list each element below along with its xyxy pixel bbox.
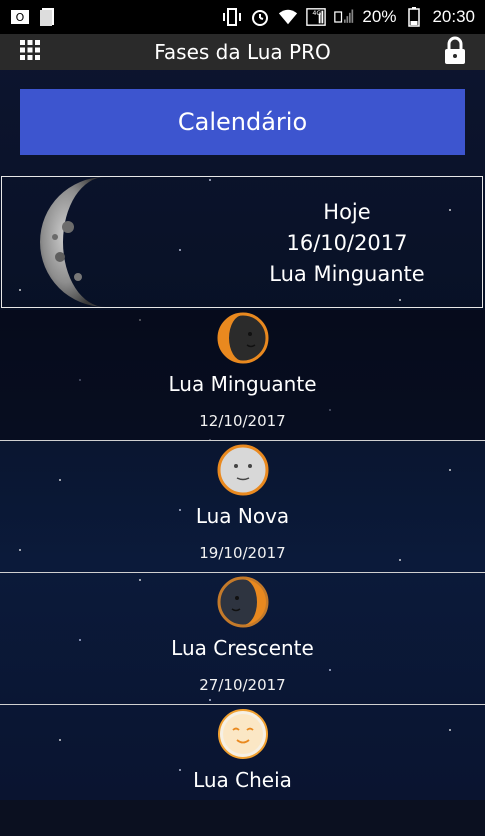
list-item[interactable]: Lua Cheia bbox=[0, 706, 485, 836]
list-item[interactable]: Lua Minguante 12/10/2017 bbox=[0, 310, 485, 441]
network-4g-icon: 4G bbox=[306, 7, 327, 27]
new-moon-icon bbox=[217, 444, 269, 496]
today-phase: Lua Minguante bbox=[269, 262, 425, 286]
app-title: Fases da Lua PRO bbox=[154, 40, 331, 64]
outlook-icon: O bbox=[10, 7, 30, 27]
battery-percent: 20% bbox=[362, 7, 397, 26]
list-item[interactable]: Lua Crescente 27/10/2017 bbox=[0, 574, 485, 705]
phase-date: 27/10/2017 bbox=[199, 676, 286, 694]
waning-moon-photo-icon bbox=[40, 177, 105, 307]
vibrate-icon bbox=[222, 7, 242, 27]
phase-name: Lua Cheia bbox=[193, 768, 292, 792]
list-item[interactable]: Lua Nova 19/10/2017 bbox=[0, 442, 485, 573]
phase-date: 19/10/2017 bbox=[199, 544, 286, 562]
waxing-moon-icon bbox=[217, 576, 269, 628]
today-info: Hoje 16/10/2017 Lua Minguante bbox=[252, 197, 442, 290]
document-icon bbox=[38, 7, 58, 27]
waning-moon-icon bbox=[217, 312, 269, 364]
lock-icon[interactable] bbox=[443, 36, 467, 70]
phase-name: Lua Nova bbox=[195, 504, 290, 528]
sim-signal-icon bbox=[334, 7, 354, 27]
grid-menu-icon[interactable] bbox=[18, 38, 42, 66]
battery-icon bbox=[404, 7, 424, 27]
today-date: 16/10/2017 bbox=[286, 231, 408, 255]
status-left: O bbox=[10, 7, 58, 27]
phase-name: Lua Crescente bbox=[171, 636, 314, 660]
calendar-button[interactable]: Calendário bbox=[20, 89, 465, 155]
alarm-icon bbox=[250, 7, 270, 27]
status-right: 4G 20% 20:30 bbox=[222, 7, 475, 27]
status-bar: O 4G 20% 20:30 bbox=[0, 0, 485, 34]
today-label: Hoje bbox=[323, 200, 371, 224]
phase-name: Lua Minguante bbox=[168, 372, 317, 396]
main-content: Calendário Hoje 16/10/2017 Lua Minguante bbox=[0, 70, 485, 800]
svg-text:O: O bbox=[16, 11, 25, 24]
clock: 20:30 bbox=[432, 7, 475, 26]
app-bar: Fases da Lua PRO bbox=[0, 34, 485, 70]
phase-date: 12/10/2017 bbox=[199, 412, 286, 430]
wifi-icon bbox=[278, 7, 298, 27]
today-card[interactable]: Hoje 16/10/2017 Lua Minguante bbox=[1, 176, 483, 308]
full-moon-icon bbox=[218, 709, 268, 759]
